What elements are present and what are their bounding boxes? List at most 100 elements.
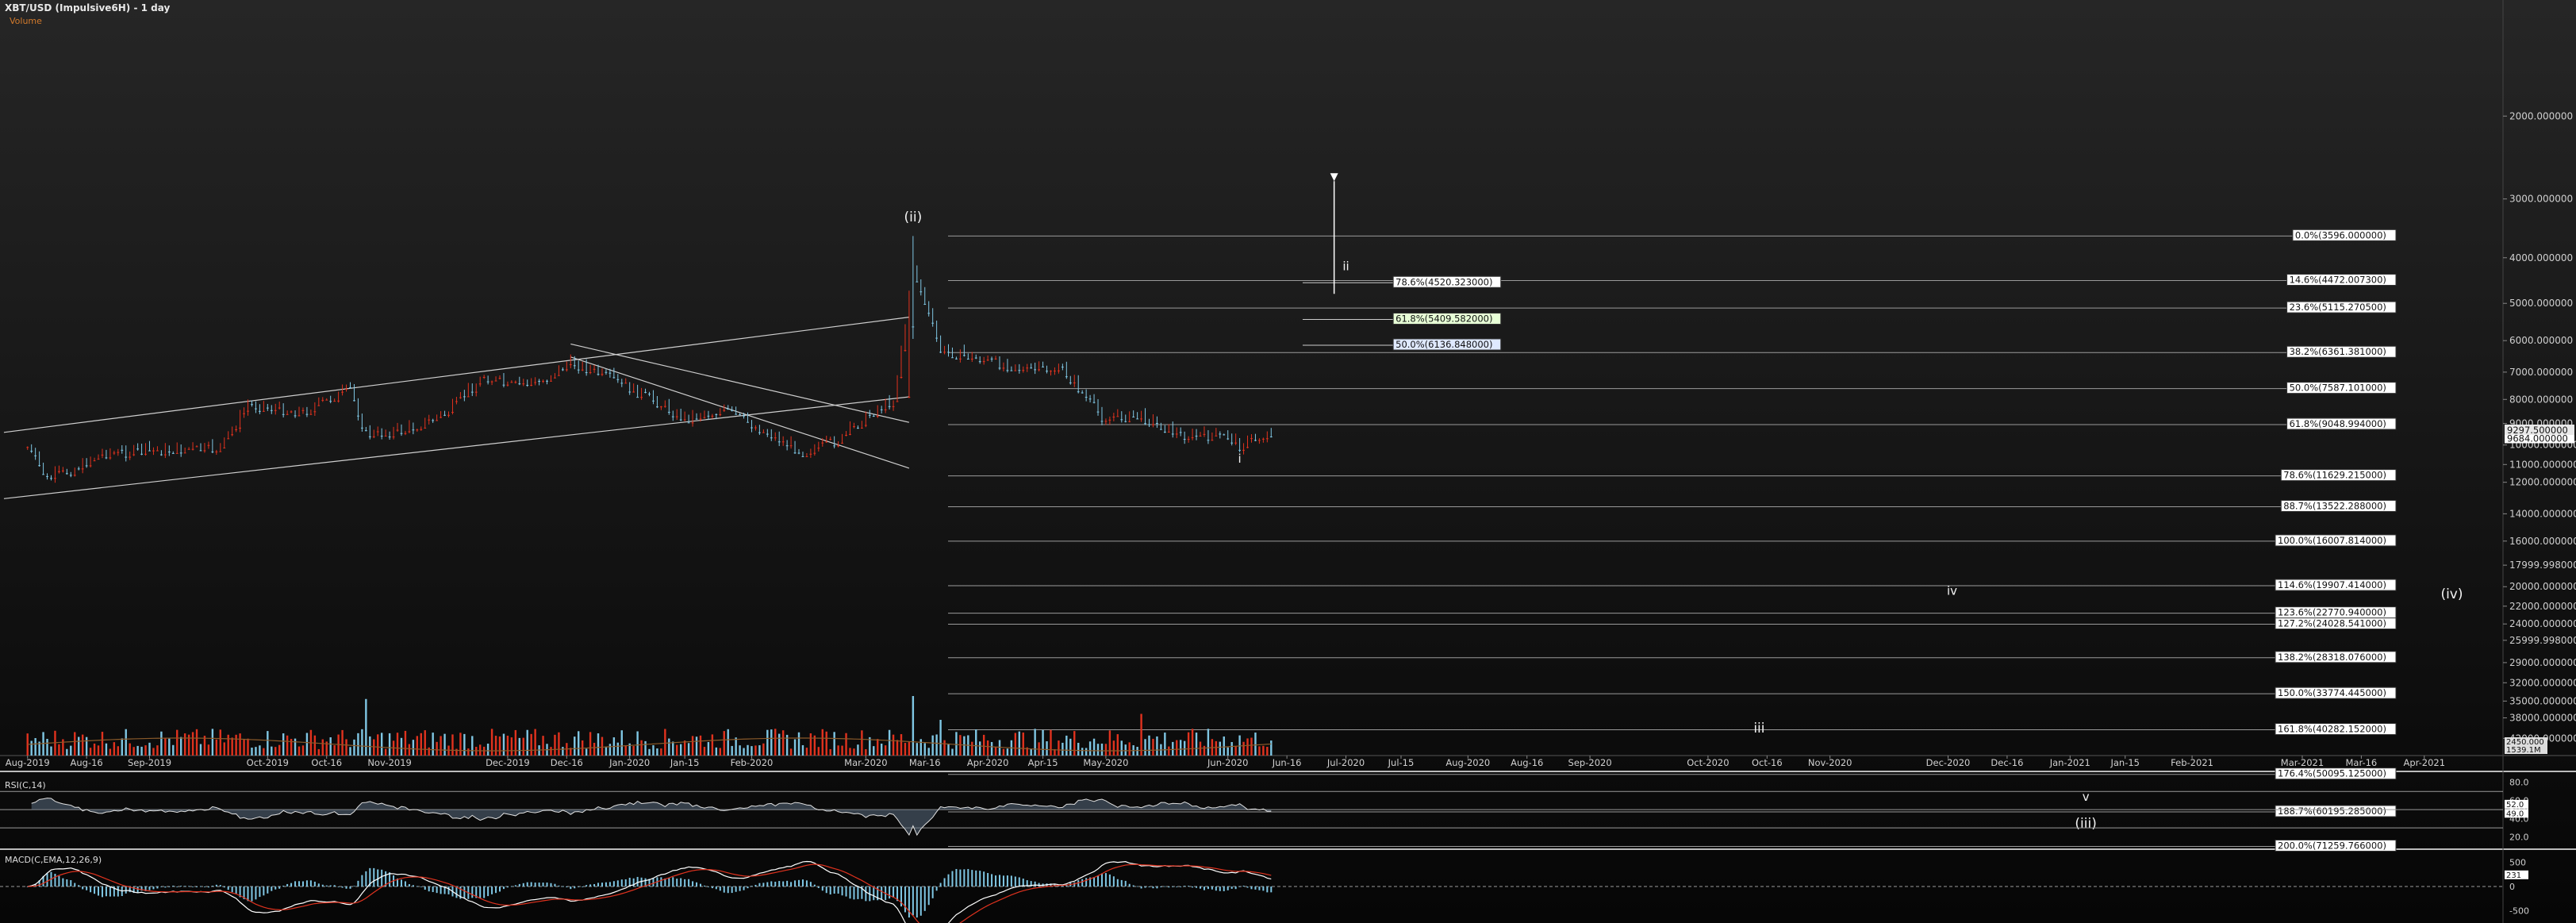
macd-histogram-bar [809, 882, 812, 886]
candle-body [589, 372, 592, 374]
macd-histogram-bar [1219, 886, 1221, 891]
candle-body [1195, 436, 1198, 437]
volume-bar [1002, 748, 1005, 756]
volume-bar [1140, 713, 1142, 756]
macd-histogram-bar [428, 886, 430, 892]
macd-histogram-bar [616, 880, 619, 886]
macd-histogram-bar [711, 886, 713, 889]
price-tick-label: 11000.000000 [2509, 459, 2576, 470]
candle-body [538, 380, 541, 382]
volume-bar [317, 748, 321, 756]
candle-body [845, 434, 847, 436]
candle-body [412, 429, 415, 431]
volume-bar [121, 738, 123, 756]
candle-body [183, 452, 186, 454]
candle-body [628, 391, 632, 393]
volume-bar [428, 747, 430, 756]
volume-bar [1085, 748, 1088, 756]
macd-histogram-bar [301, 881, 304, 886]
macd-histogram-bar [1266, 886, 1269, 893]
volume-bar [176, 729, 179, 756]
candle-body [54, 478, 56, 479]
time-tick-label: Jun-16 [1272, 757, 1302, 768]
candle-body [510, 382, 513, 383]
volume-bar [301, 745, 305, 756]
volume-bar [478, 744, 482, 756]
candle-body [1034, 369, 1037, 371]
volume-bar [1254, 733, 1257, 756]
macd-histogram-bar [672, 877, 674, 886]
candle-body [888, 406, 891, 407]
volume-bar [608, 744, 612, 756]
candle-body [396, 429, 399, 431]
volume-bar [1120, 740, 1123, 756]
volume-bar [829, 748, 831, 756]
macd-histogram-bar [1152, 886, 1154, 889]
candle-body [833, 445, 836, 447]
macd-histogram-bar [424, 886, 426, 890]
candle-body [935, 337, 939, 339]
macd-histogram-bar [821, 886, 823, 891]
candle-body [305, 413, 309, 415]
macd-histogram-bar [148, 886, 151, 890]
volume-bar [1144, 739, 1146, 756]
candle-body [801, 456, 804, 457]
candle-body [286, 413, 289, 415]
time-tick-label: Feb-2021 [2171, 757, 2213, 768]
candle-body [789, 445, 793, 447]
macd-histogram-bar [624, 879, 627, 886]
macd-histogram-bar [916, 886, 918, 918]
time-tick-label: Jan-2021 [2049, 757, 2090, 768]
macd-histogram-bar [963, 869, 966, 886]
candle-body [805, 456, 808, 457]
candle-body [860, 427, 863, 429]
macd-histogram-bar [1215, 886, 1217, 891]
volume-bar [345, 739, 347, 756]
candle-body [474, 391, 478, 393]
macd-tick-label: -500 [2509, 906, 2529, 917]
macd-histogram-bar [1140, 886, 1142, 889]
candle-body [105, 457, 108, 459]
volume-bar [89, 748, 92, 756]
volume-bar [632, 746, 635, 756]
candle-body [270, 410, 273, 411]
candle-body [282, 413, 285, 415]
volume-bar [770, 729, 773, 756]
candle-body [502, 384, 505, 386]
macd-histogram-bar [298, 881, 301, 886]
price-tick-label: 22000.000000 [2509, 601, 2576, 612]
volume-bar [168, 738, 171, 756]
candle-body [652, 400, 655, 402]
macd-histogram-bar [1238, 886, 1241, 887]
fib-level-label: 50.0%(7587.101000) [2290, 383, 2386, 394]
candle-body [231, 434, 234, 436]
macd-histogram-bar [1176, 886, 1178, 887]
volume-bar [695, 736, 698, 756]
candle-body [294, 415, 297, 417]
volume-bar [747, 744, 749, 756]
macd-histogram-bar [601, 883, 603, 886]
macd-histogram-bar [62, 878, 64, 886]
macd-histogram-bar [510, 886, 513, 887]
volume-bar [900, 734, 903, 756]
candle-body [42, 474, 44, 475]
volume-bar [939, 720, 942, 756]
candle-body [868, 414, 871, 416]
volume-bar [298, 746, 301, 756]
candle-body [121, 449, 124, 451]
candle-body [290, 411, 293, 413]
volume-bar [562, 747, 564, 756]
macd-histogram-bar [699, 883, 701, 886]
candle-body [30, 450, 33, 452]
macd-histogram-bar [1199, 886, 1201, 889]
candle-body [1108, 419, 1111, 421]
volume-bar [912, 696, 915, 756]
macd-histogram-bar [680, 878, 682, 886]
volume-bar [459, 733, 462, 756]
volume-bar [601, 736, 604, 756]
volume-bar [593, 742, 596, 756]
time-tick-label: Aug-16 [1511, 757, 1543, 768]
volume-bar [183, 733, 186, 756]
macd-histogram-bar [983, 871, 985, 886]
volume-bar [219, 729, 221, 756]
